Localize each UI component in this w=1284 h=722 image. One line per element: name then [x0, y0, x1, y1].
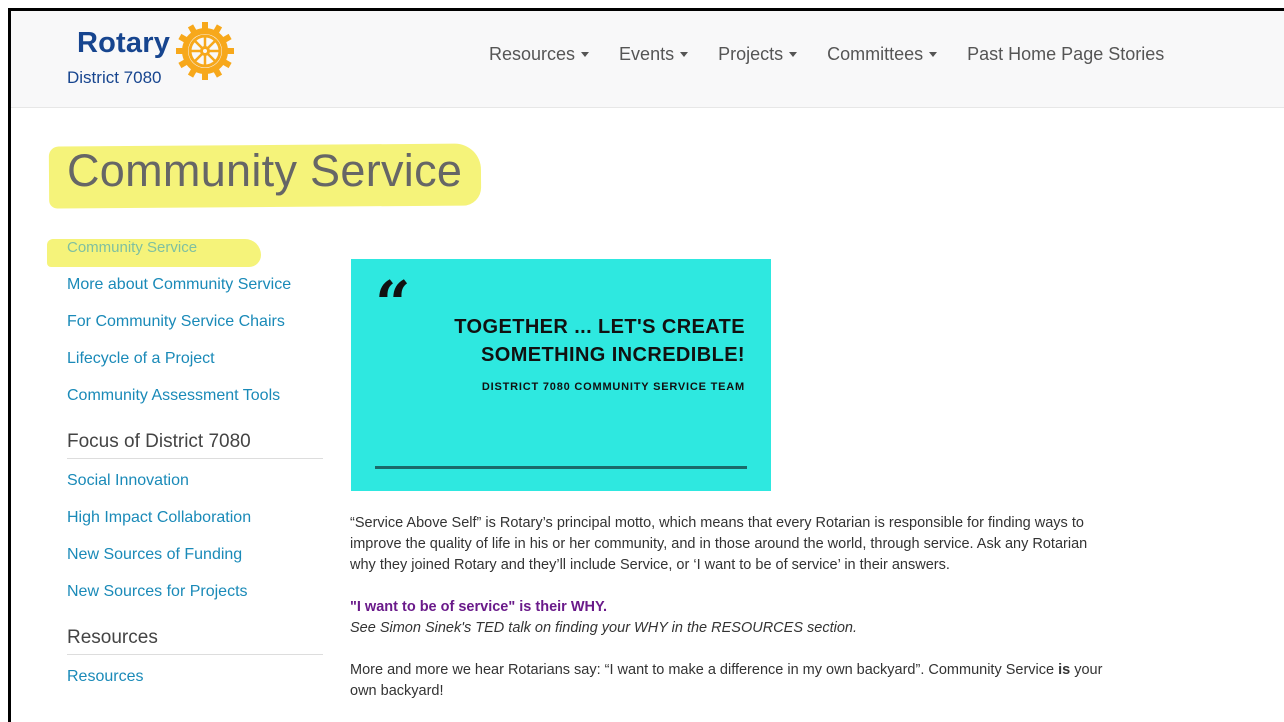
sidebar-item-resources[interactable]: Resources [67, 668, 143, 686]
sidebar-item-chairs[interactable]: For Community Service Chairs [67, 313, 285, 331]
backyard-line: own backyard! [350, 683, 444, 699]
nav-events-label: Events [619, 43, 675, 64]
logo-wordmark: Rotary [77, 27, 171, 59]
nav-past-home-page-stories[interactable]: Past Home Page Stories [967, 39, 1164, 69]
rotary-logo[interactable]: Rotary District 7080 [67, 17, 247, 95]
quote-icon: “ [375, 267, 411, 340]
intro-line: why they joined Rotary and they’ll inclu… [350, 557, 950, 573]
sidebar-item-high-impact[interactable]: High Impact Collaboration [67, 509, 251, 527]
page-title: Community Service [67, 145, 463, 196]
sidebar-divider [67, 654, 323, 655]
nav-projects-label: Projects [718, 43, 784, 64]
logo-district: District 7080 [67, 68, 162, 87]
intro-line: “Service Above Self” is Rotary’s princip… [350, 515, 1084, 531]
nav-projects[interactable]: Projects [718, 39, 798, 69]
sidebar-item-lifecycle[interactable]: Lifecycle of a Project [67, 350, 215, 368]
nav-resources-label: Resources [489, 43, 576, 64]
caret-down-icon [680, 51, 689, 57]
sidebar-item-community-service[interactable]: Community Service [67, 239, 197, 256]
caret-down-icon [581, 51, 590, 57]
why-reference: See Simon Sinek's TED talk on finding yo… [350, 620, 857, 636]
nav-committees[interactable]: Committees [827, 39, 938, 69]
sidebar-heading-focus: Focus of District 7080 [67, 431, 251, 452]
backyard-paragraph: More and more we hear Rotarians say: “I … [350, 660, 1170, 702]
sidebar-item-sources-funding[interactable]: New Sources of Funding [67, 546, 242, 564]
why-statement: "I want to be of service" is their WHY. [350, 599, 608, 615]
caret-down-icon [789, 51, 798, 57]
rotary-wheel-icon [176, 22, 234, 80]
banner-headline-line1: TOGETHER ... LET'S CREATE [454, 316, 745, 338]
hero-banner: “ TOGETHER ... LET'S CREATE SOMETHING IN… [351, 259, 771, 491]
sidebar-item-sources-projects[interactable]: New Sources for Projects [67, 583, 248, 601]
sidebar-heading-resources: Resources [67, 627, 158, 648]
sidebar-item-more-about[interactable]: More about Community Service [67, 276, 291, 294]
sidebar-item-social-innovation[interactable]: Social Innovation [67, 472, 189, 490]
nav-resources[interactable]: Resources [489, 39, 590, 69]
banner-team-credit: DISTRICT 7080 COMMUNITY SERVICE TEAM [481, 381, 745, 393]
banner-divider [375, 466, 747, 469]
browser-frame: Rotary District 7080 Resources Events Pr… [8, 8, 1284, 722]
caret-down-icon [929, 51, 938, 57]
sidebar-divider [67, 458, 323, 459]
backyard-text: More and more we hear Rotarians say: “I … [350, 662, 1059, 678]
top-navbar: Rotary District 7080 Resources Events Pr… [11, 11, 1284, 108]
backyard-line: More and more we hear Rotarians say: “I … [350, 660, 1170, 681]
intro-paragraph: “Service Above Self” is Rotary’s princip… [350, 513, 1170, 576]
backyard-text: your [1070, 662, 1103, 678]
intro-line: improve the quality of life in his or he… [350, 536, 1088, 552]
nav-events[interactable]: Events [619, 39, 689, 69]
why-paragraph: "I want to be of service" is their WHY. … [350, 597, 1170, 639]
banner-headline-line2: SOMETHING INCREDIBLE! [481, 344, 745, 366]
nav-committees-label: Committees [827, 43, 924, 64]
main-nav: Resources Events Projects Committees Pas… [489, 39, 1194, 69]
nav-past-stories-label: Past Home Page Stories [967, 43, 1165, 64]
sidebar-item-assessment-tools[interactable]: Community Assessment Tools [67, 387, 280, 405]
backyard-emphasis: is [1058, 662, 1071, 678]
